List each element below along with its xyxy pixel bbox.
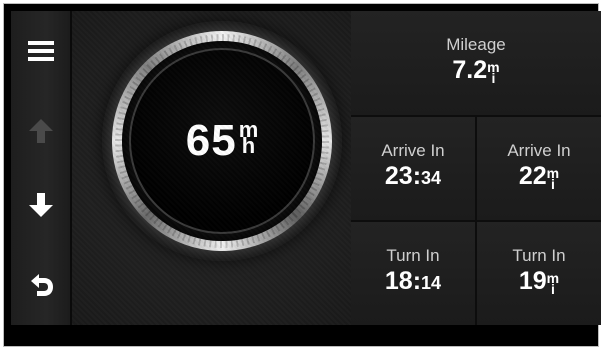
- arrive-distance-number: 22: [518, 162, 547, 190]
- turn-distance-field[interactable]: Turn In 19 m i: [477, 222, 601, 325]
- turn-distance-unit-bottom: i: [550, 280, 555, 297]
- mileage-label: Mileage: [446, 35, 506, 54]
- arrive-distance-label: Arrive In: [507, 141, 571, 160]
- arrive-distance-field[interactable]: Arrive In 22 m i: [477, 117, 601, 220]
- arrive-distance-unit: mi: [547, 166, 559, 192]
- turn-distance-unit: mi: [547, 271, 559, 297]
- menu-button[interactable]: [11, 21, 70, 81]
- gauge-ticks: [115, 34, 329, 248]
- speedometer-panel: 65 m h: [72, 11, 351, 325]
- turn-time-label: Turn In: [386, 246, 440, 265]
- turn-distance-number: 19: [518, 267, 547, 295]
- turn-time-small: 14: [421, 273, 442, 293]
- speed-unit-top: m: [238, 116, 259, 142]
- scroll-up-button[interactable]: [11, 101, 70, 161]
- arrive-time-main: 23:: [384, 162, 422, 190]
- mileage-field[interactable]: Mileage 7.2 m i: [351, 11, 601, 115]
- back-arrow-icon: [30, 274, 53, 296]
- turn-time-value: 18:14: [351, 267, 475, 296]
- arrive-distance-value: 22 m i: [477, 162, 601, 191]
- turn-time-field[interactable]: Turn In 18:14: [351, 222, 475, 325]
- mileage-unit-bottom: i: [491, 69, 496, 86]
- back-button[interactable]: [11, 255, 70, 315]
- screen: 65 m h Mileage 7.2 m i Arrive In 23:34 A…: [11, 11, 601, 325]
- scroll-down-button[interactable]: [11, 175, 70, 235]
- gauge-dial: 65 m h: [129, 48, 315, 234]
- mileage-value: 7.2 m i: [351, 56, 601, 85]
- speed-unit-bottom: h: [241, 133, 256, 158]
- speed-value: 65: [185, 116, 237, 165]
- arrive-time-label: Arrive In: [381, 141, 445, 160]
- arrive-time-field[interactable]: Arrive In 23:34: [351, 117, 475, 220]
- left-toolbar: [11, 11, 72, 325]
- arrive-distance-unit-bottom: i: [550, 175, 555, 192]
- speedometer-gauge[interactable]: 65 m h: [102, 21, 342, 261]
- speed-readout: 65 m h: [131, 50, 313, 232]
- turn-distance-value: 19 m i: [477, 267, 601, 296]
- gauge-inner-ring: [122, 41, 322, 241]
- mileage-unit: mi: [487, 60, 499, 86]
- speed-unit: m h: [238, 116, 259, 158]
- mileage-number: 7.2: [452, 56, 488, 84]
- hamburger-menu-icon: [27, 41, 54, 61]
- arrow-down-icon: [28, 193, 53, 217]
- arrow-up-icon: [28, 119, 53, 143]
- gauge-bezel: [112, 31, 332, 251]
- turn-time-main: 18:: [384, 267, 422, 295]
- device-frame: 65 m h Mileage 7.2 m i Arrive In 23:34 A…: [3, 3, 601, 347]
- arrive-time-value: 23:34: [351, 162, 475, 191]
- turn-distance-label: Turn In: [512, 246, 566, 265]
- arrive-time-small: 34: [421, 168, 442, 188]
- trip-data-panel: Mileage 7.2 m i Arrive In 23:34 Arrive In …: [351, 11, 601, 325]
